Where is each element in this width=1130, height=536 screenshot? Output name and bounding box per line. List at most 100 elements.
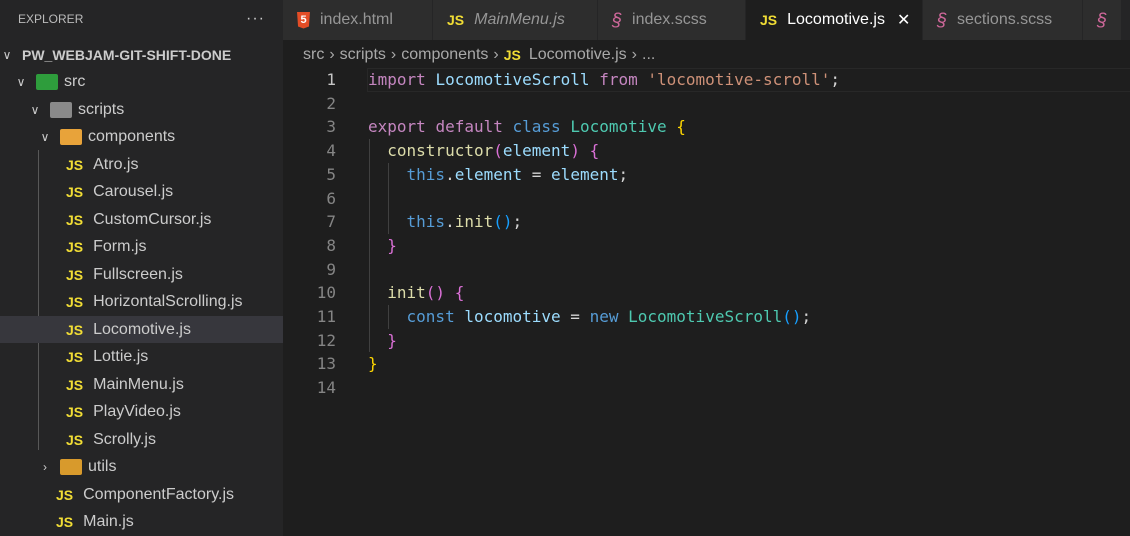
tree-item-label: ComponentFactory.js	[83, 485, 234, 503]
code-token: constructor	[387, 141, 494, 161]
line-number: 1	[326, 70, 336, 89]
file-playvideo-js[interactable]: JS PlayVideo.js	[0, 399, 283, 426]
chevron-right-icon: ›	[43, 460, 47, 474]
code-token: ()	[493, 212, 513, 232]
file-horizontalscrolling-js[interactable]: JS HorizontalScrolling.js	[0, 289, 283, 316]
code-text: import LocomotiveScroll from 'locomotive…	[368, 68, 840, 92]
line-number: 5	[326, 164, 336, 184]
code-token: default	[435, 117, 503, 137]
file-customcursor-js[interactable]: JS CustomCursor.js	[0, 206, 283, 233]
line-number: 2	[326, 93, 336, 113]
folder-icon	[50, 101, 72, 118]
code-token: ;	[830, 70, 841, 89]
code-line: 14	[283, 376, 1130, 400]
code-text: }	[368, 352, 378, 376]
folder-icon	[60, 459, 82, 475]
tab-label: Locomotive.js	[787, 11, 885, 28]
code-line: 10 init() {	[283, 281, 1130, 305]
file-main-js[interactable]: JS Main.js	[0, 509, 283, 536]
tree-item-label: Locomotive.js	[93, 320, 191, 338]
folder-src[interactable]: ∨ src	[0, 69, 283, 96]
file-lottie-js[interactable]: JS Lottie.js	[0, 344, 283, 371]
explorer-title: EXPLORER	[18, 12, 84, 26]
tree-item-label: Main.js	[83, 513, 134, 530]
breadcrumb: src › scripts › components › JS Locomotive.js ›.…	[283, 40, 1130, 70]
tree-item-label: src	[64, 73, 86, 90]
code-token: {	[589, 141, 600, 161]
chevron-down-icon: ∨	[30, 102, 40, 117]
code-token: ;	[618, 164, 629, 184]
code-token: =	[522, 164, 552, 184]
tree-item-label: utils	[88, 458, 117, 475]
line-number: 13	[316, 354, 336, 374]
breadcrumb-item[interactable]: scripts	[340, 46, 386, 64]
tab-mainmenu-js[interactable]: JS MainMenu.js	[433, 0, 598, 40]
tab-label: MainMenu.js	[474, 11, 565, 28]
js-icon: JS	[760, 12, 778, 28]
line-number: 12	[316, 330, 336, 350]
tree-item-label: Form.js	[93, 238, 147, 255]
file-form-js[interactable]: JS Form.js	[0, 234, 283, 261]
code-line: 4 constructor(element) {	[283, 139, 1130, 163]
chevron-right-icon: ›	[329, 46, 335, 63]
code-text: }	[368, 234, 397, 258]
file-mainmenu-js[interactable]: JS MainMenu.js	[0, 371, 283, 398]
code-token: .	[445, 164, 455, 184]
folder-scripts[interactable]: ∨ scripts	[0, 96, 283, 123]
breadcrumb-item[interactable]: Locomotive.js	[529, 46, 627, 64]
code-token: 'locomotive-scroll'	[647, 70, 831, 89]
code-editor[interactable]: 1 import LocomotiveScroll from 'locomotiv…	[283, 68, 1130, 536]
close-icon[interactable]: ✕	[897, 10, 910, 30]
breadcrumb-item[interactable]: src	[303, 46, 324, 64]
js-icon: JS	[66, 321, 84, 338]
file-carousel-js[interactable]: JS Carousel.js	[0, 179, 283, 206]
tab-sections-scss[interactable]: § sections.scss	[923, 0, 1083, 40]
file-componentfactory-js[interactable]: JS ComponentFactory.js	[0, 481, 283, 508]
js-icon: JS	[447, 12, 465, 28]
line-number: 7	[326, 212, 336, 232]
line-number: 10	[316, 283, 336, 303]
folder-components[interactable]: ∨ components	[0, 124, 283, 151]
folder-utils[interactable]: › utils	[0, 454, 283, 481]
file-scrolly-js[interactable]: JS Scrolly.js	[0, 426, 283, 453]
js-icon: JS	[66, 294, 84, 310]
code-token: .	[445, 212, 455, 232]
chevron-right-icon: ›	[493, 46, 499, 63]
js-icon: JS	[56, 486, 74, 503]
more-actions-icon[interactable]: ···	[246, 10, 265, 28]
sass-icon: §	[612, 9, 623, 30]
breadcrumb-item[interactable]: ...	[642, 46, 655, 64]
chevron-down-icon: ∨	[2, 47, 12, 62]
code-text: init() {	[368, 281, 464, 305]
file-locomotive-js[interactable]: JS Locomotive.js	[0, 316, 283, 343]
explorer-header: EXPLORER ···	[0, 0, 283, 38]
js-icon: JS	[66, 156, 84, 173]
file-fullscreen-js[interactable]: JS Fullscreen.js	[0, 261, 283, 288]
tree-root[interactable]: ∨ PW_WEBJAM-GIT-SHIFT-DONE	[0, 41, 283, 68]
tab-overflow[interactable]: §	[1083, 0, 1123, 40]
code-line: 9	[283, 258, 1130, 282]
tree-item-label: MainMenu.js	[93, 375, 184, 393]
line-number: 4	[326, 141, 336, 161]
tab-index-scss[interactable]: § index.scss	[598, 0, 746, 40]
js-icon: JS	[66, 184, 84, 200]
code-token: LocomotiveScroll	[435, 70, 590, 89]
tab-index-html[interactable]: 5 index.html	[283, 0, 433, 40]
code-text: const locomotive = new LocomotiveScroll(…	[368, 305, 812, 329]
tab-locomotive-js[interactable]: JS Locomotive.js ✕	[746, 0, 923, 40]
js-icon: JS	[66, 239, 84, 255]
chevron-right-icon: ›	[631, 46, 637, 63]
code-token: ()	[782, 307, 802, 326]
code-line: 2	[283, 92, 1130, 116]
code-text: export default class Locomotive {	[368, 115, 686, 139]
code-token: new	[589, 307, 619, 326]
file-atro-js[interactable]: JS Atro.js	[0, 151, 283, 178]
breadcrumb-item[interactable]: components	[401, 46, 488, 64]
tree-item-label: Atro.js	[93, 155, 139, 173]
